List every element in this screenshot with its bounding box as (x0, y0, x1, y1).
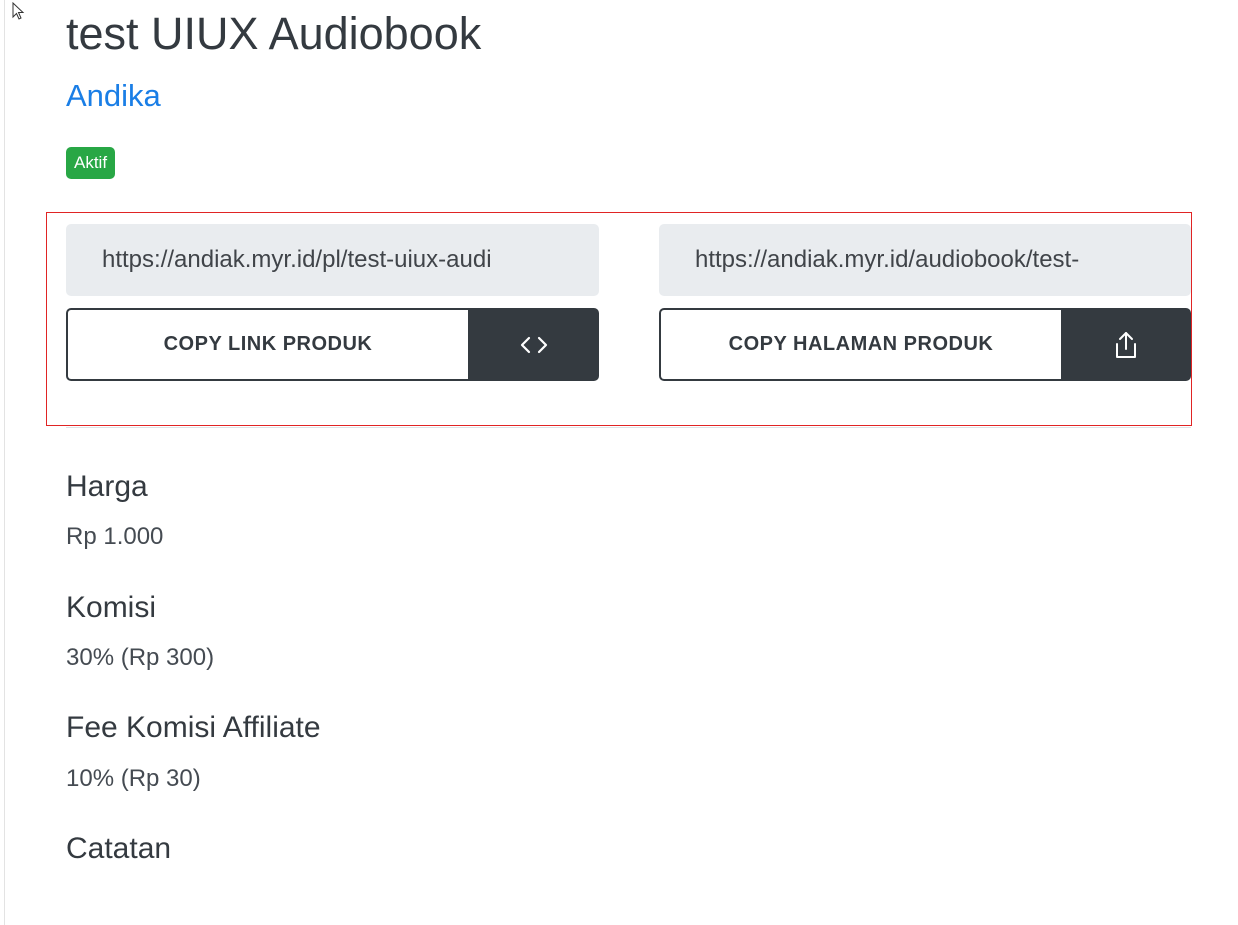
affiliate-fee-label: Fee Komisi Affiliate (66, 711, 321, 744)
share-icon (1116, 331, 1136, 358)
product-link-button-group: COPY LINK PRODUK (66, 308, 599, 381)
notes-label: Catatan (66, 832, 172, 865)
copy-product-page-button[interactable]: COPY HALAMAN PRODUK (659, 308, 1061, 381)
section-divider (66, 427, 1191, 428)
product-link-field[interactable]: https://andiak.myr.id/pl/test-uiux-audi (66, 224, 599, 296)
mouse-pointer-icon (12, 2, 25, 20)
product-title: test UIUX Audiobook (66, 8, 482, 59)
affiliate-fee-value: 10% (Rp 30) (66, 765, 201, 792)
copy-product-link-button[interactable]: COPY LINK PRODUK (66, 308, 468, 381)
code-icon (520, 336, 547, 353)
product-detail-page: test UIUX Audiobook Andika Aktif https:/… (0, 0, 1238, 925)
price-value: Rp 1.000 (66, 523, 164, 550)
status-badge: Aktif (66, 147, 116, 179)
product-page-button-group: COPY HALAMAN PRODUK (659, 308, 1191, 381)
product-page-link-field[interactable]: https://andiak.myr.id/audiobook/test- (659, 224, 1191, 296)
embed-code-button[interactable] (468, 308, 599, 381)
share-button[interactable] (1061, 308, 1191, 381)
commission-label: Komisi (66, 591, 157, 624)
commission-value: 30% (Rp 300) (66, 644, 215, 671)
author-link[interactable]: Andika (66, 76, 161, 116)
price-label: Harga (66, 470, 148, 503)
left-border (4, 0, 5, 925)
